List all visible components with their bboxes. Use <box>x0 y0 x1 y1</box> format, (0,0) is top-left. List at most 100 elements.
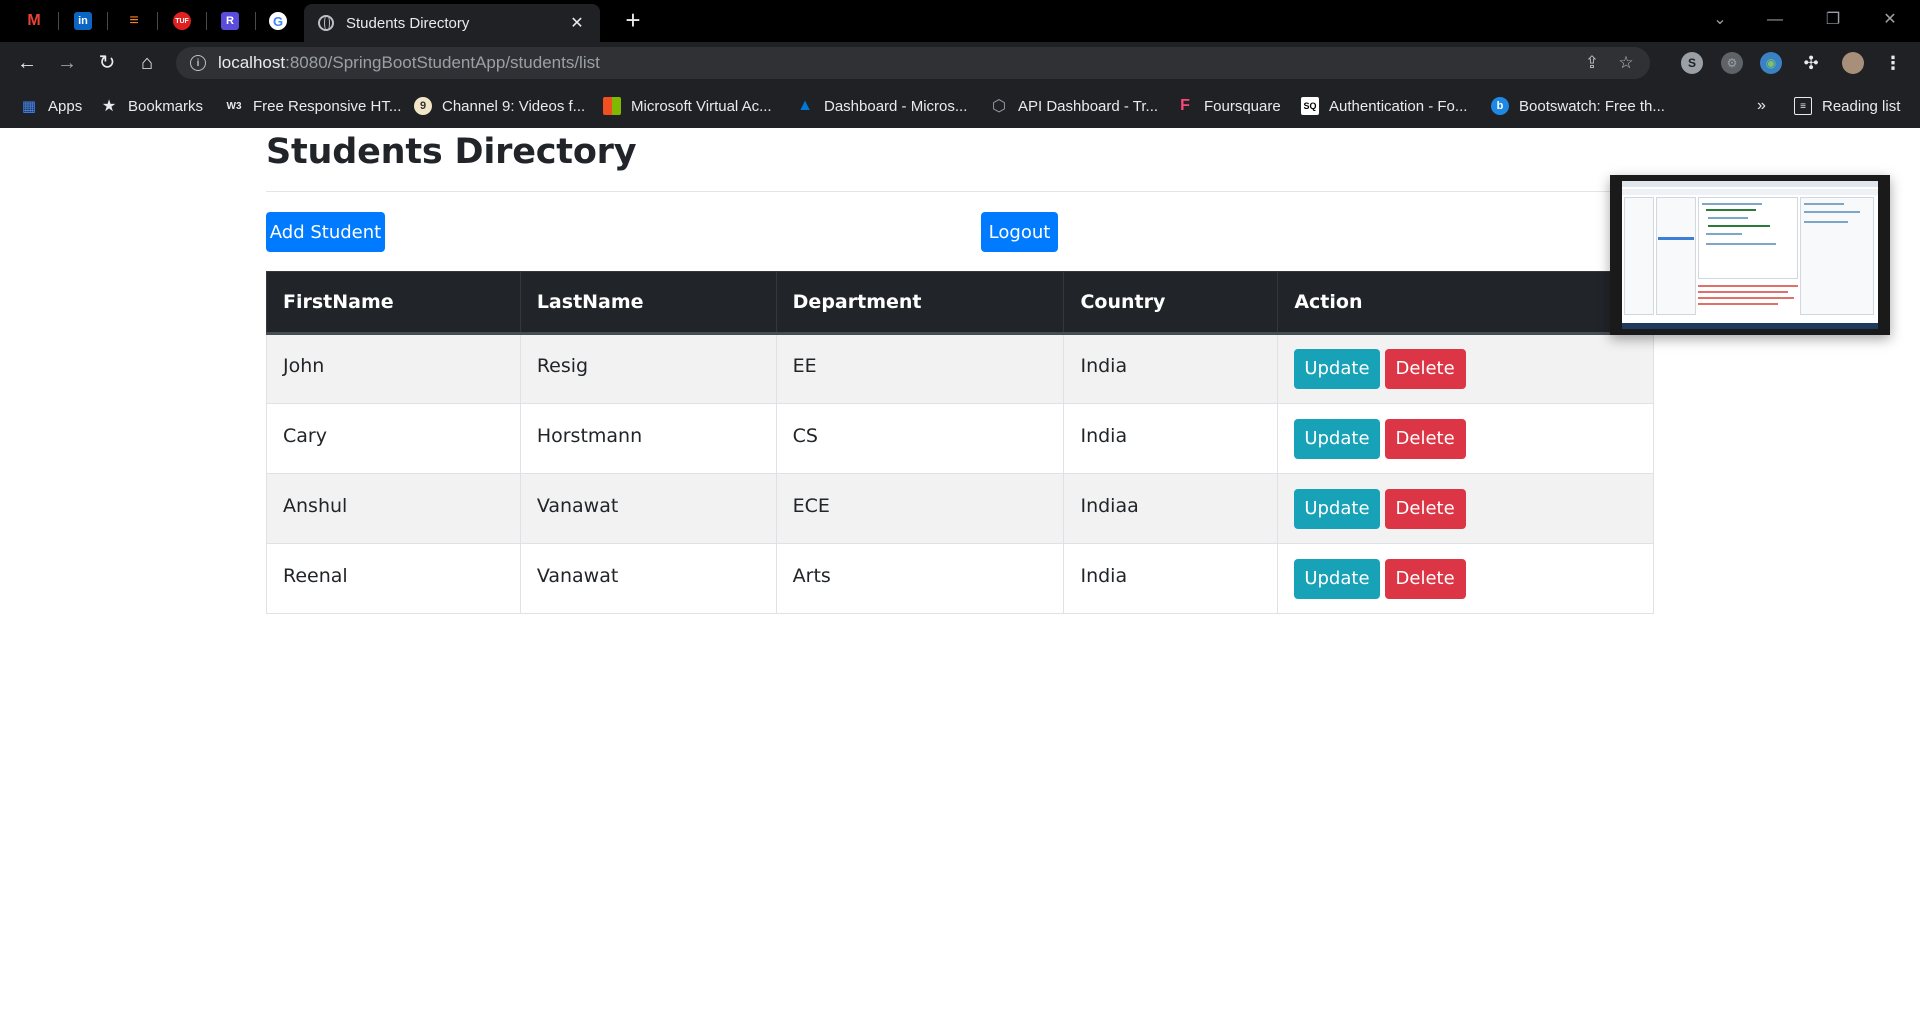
thumbnail-image <box>1622 181 1878 329</box>
cell-country: India <box>1063 403 1279 474</box>
logout-button[interactable]: Logout <box>981 212 1058 252</box>
tab-search-icon[interactable]: ⌄ <box>1705 8 1735 32</box>
tuf-tab[interactable]: TUF <box>170 9 194 33</box>
bookmark-star-icon[interactable]: ☆ <box>1616 53 1636 73</box>
cell-action: Update Delete <box>1277 403 1654 474</box>
update-button[interactable]: Update <box>1294 488 1380 529</box>
delete-button[interactable]: Delete <box>1384 418 1466 459</box>
share-icon[interactable]: ⇪ <box>1582 53 1602 73</box>
cell-lastname: Vanawat <box>519 543 777 614</box>
tuf-icon: TUF <box>173 12 191 30</box>
cell-action: Update Delete <box>1277 333 1654 404</box>
bookmark-label: Authentication - Fo... <box>1329 97 1468 115</box>
bookmark-authentication[interactable]: SQ Authentication - Fo... <box>1301 95 1467 117</box>
bookmark-label: Free Responsive HT... <box>253 97 402 115</box>
channel9-icon: 9 <box>414 97 432 115</box>
cell-country: Indiaa <box>1063 473 1279 544</box>
restore-icon[interactable]: ❐ <box>1818 8 1848 32</box>
bookmark-bootswatch[interactable]: b Bootswatch: Free th... <box>1491 95 1665 117</box>
gmail-tab[interactable]: M <box>22 9 46 33</box>
linkedin-tab[interactable]: in <box>71 9 95 33</box>
google-tab[interactable]: G <box>266 9 290 33</box>
update-button[interactable]: Update <box>1294 418 1380 459</box>
new-tab-button[interactable]: + <box>620 7 646 34</box>
delete-button[interactable]: Delete <box>1384 349 1466 389</box>
table-row: Anshul Vanawat ECE Indiaa Update Delete <box>266 473 1654 544</box>
delete-button[interactable]: Delete <box>1384 488 1466 529</box>
bookmark-label: Dashboard - Micros... <box>824 97 968 115</box>
w3-icon: W3 <box>226 100 242 112</box>
cell-department: CS <box>775 403 1065 474</box>
site-info-icon[interactable]: i <box>190 55 206 71</box>
forward-arrow-icon[interactable]: → <box>54 50 80 76</box>
cell-firstname: Cary <box>266 403 521 474</box>
bookmark-label: API Dashboard - Tr... <box>1018 97 1159 115</box>
column-header-firstname: FirstName <box>266 271 521 335</box>
cell-lastname: Vanawat <box>519 473 777 544</box>
cell-firstname: John <box>266 333 521 404</box>
microsoft-icon <box>603 97 621 115</box>
puzzle-extensions-icon[interactable]: ✣ <box>1800 52 1822 74</box>
update-button[interactable]: Update <box>1294 558 1380 599</box>
apps-grid-icon: ▦ <box>21 98 37 115</box>
cell-action: Update Delete <box>1277 473 1654 544</box>
bookmark-channel9[interactable]: 9 Channel 9: Videos f... <box>414 95 585 117</box>
back-arrow-icon[interactable]: ← <box>14 50 40 76</box>
cell-department: Arts <box>775 543 1065 614</box>
url-path: :8080/SpringBootStudentApp/students/list <box>285 53 600 72</box>
delete-button[interactable]: Delete <box>1384 558 1466 599</box>
table-row: Cary Horstmann CS India Update Delete <box>266 403 1654 474</box>
reading-list-label: Reading list <box>1822 97 1901 115</box>
reload-icon[interactable]: ↻ <box>94 50 120 76</box>
bookmarks-overflow-chevron[interactable]: » <box>1757 95 1766 117</box>
add-student-button[interactable]: Add Student <box>266 212 385 252</box>
bookmark-microsoft-virtual[interactable]: Microsoft Virtual Ac... <box>603 95 772 117</box>
cell-department: EE <box>775 333 1065 404</box>
tab-strip: M in ≡ TUF R G Students Directory ✕ + ⌄ … <box>0 0 1920 42</box>
close-tab-icon[interactable]: ✕ <box>568 13 586 33</box>
reading-list[interactable]: ≡ Reading list <box>1794 95 1900 117</box>
column-header-department: Department <box>775 271 1065 335</box>
bookmark-dashboard-azure[interactable]: ▲ Dashboard - Micros... <box>796 95 967 117</box>
minimize-icon[interactable]: — <box>1760 8 1790 32</box>
home-icon[interactable]: ⌂ <box>134 50 160 76</box>
profile-avatar[interactable] <box>1842 52 1864 74</box>
cell-firstname: Reenal <box>266 543 521 614</box>
close-window-icon[interactable]: ✕ <box>1875 8 1905 32</box>
bookmarks-bar: ▦ Apps ★ Bookmarks W3 Free Responsive HT...… <box>0 84 1920 128</box>
tab-title: Students Directory <box>346 14 470 32</box>
gear-extension-icon[interactable]: ⚙ <box>1721 52 1743 74</box>
cell-lastname: Resig <box>519 333 777 404</box>
star-icon: ★ <box>101 98 117 115</box>
window-thumbnail-preview[interactable] <box>1610 175 1890 335</box>
update-button[interactable]: Update <box>1294 349 1380 389</box>
bookmark-label: Microsoft Virtual Ac... <box>631 97 772 115</box>
tab-students-directory[interactable]: Students Directory ✕ <box>304 4 600 42</box>
column-header-country: Country <box>1063 271 1279 335</box>
bookmark-api-dashboard[interactable]: ⬡ API Dashboard - Tr... <box>990 95 1158 117</box>
url-host: localhost <box>218 53 286 72</box>
cell-department: ECE <box>775 473 1065 544</box>
cell-firstname: Anshul <box>266 473 521 544</box>
stackoverflow-icon: ≡ <box>129 12 139 29</box>
globe-icon <box>318 15 334 31</box>
sq-icon: SQ <box>1301 97 1319 115</box>
skype-icon[interactable]: S <box>1681 52 1703 74</box>
bookmark-apps[interactable]: ▦ Apps <box>20 95 82 117</box>
google-icon: G <box>269 12 287 30</box>
bookmark-label: Apps <box>48 97 83 115</box>
r-tab[interactable]: R <box>218 9 242 33</box>
menu-kebab-icon[interactable]: ⋮ <box>1882 52 1904 74</box>
stackoverflow-tab[interactable]: ≡ <box>122 9 146 33</box>
browser-toolbar: ← → ↻ ⌂ i localhost:8080/SpringBootStude… <box>0 42 1920 84</box>
bookmark-free-responsive[interactable]: W3 Free Responsive HT... <box>225 95 402 117</box>
table-row: Reenal Vanawat Arts India Update Delete <box>266 543 1654 614</box>
cell-lastname: Horstmann <box>519 403 777 474</box>
globe-extension-icon[interactable]: ◉ <box>1760 52 1782 74</box>
gmail-icon: M <box>27 12 41 29</box>
foursquare-icon: F <box>1180 97 1190 114</box>
bookmark-bookmarks[interactable]: ★ Bookmarks <box>100 95 203 117</box>
column-header-lastname: LastName <box>519 271 777 335</box>
address-bar[interactable]: i localhost:8080/SpringBootStudentApp/st… <box>176 47 1650 79</box>
bookmark-foursquare[interactable]: F Foursquare <box>1176 95 1281 117</box>
